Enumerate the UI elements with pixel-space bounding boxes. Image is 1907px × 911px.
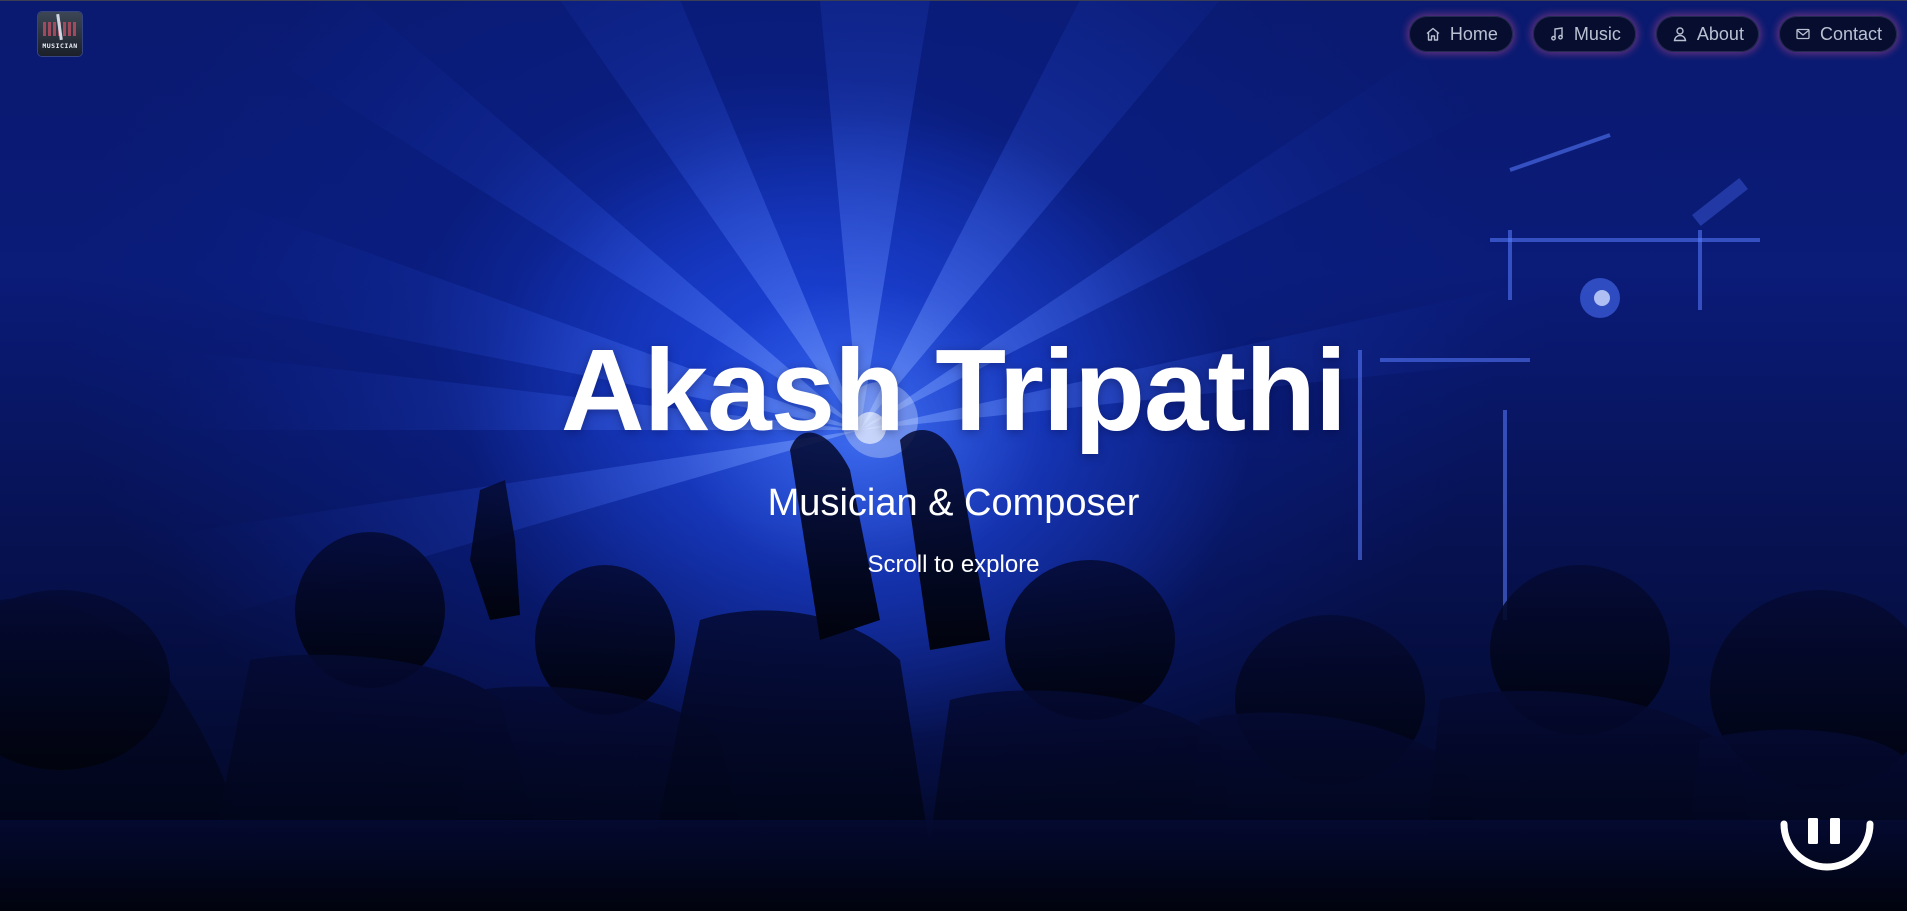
stage-lighting-rig: [1358, 133, 1760, 620]
top-border: [0, 0, 1907, 1]
hero-subtitle: Musician & Composer: [767, 482, 1140, 524]
music-note-icon: [1549, 26, 1565, 42]
pause-icon: [1780, 818, 1874, 871]
nav-about-label: About: [1696, 23, 1744, 44]
crowd-silhouette: [0, 430, 1907, 911]
light-rays-background: [0, 0, 1907, 680]
nav-music-button[interactable]: Music: [1532, 16, 1636, 52]
nav-contact-label: Contact: [1819, 23, 1882, 44]
main-navigation: Home Music About Contact: [1408, 16, 1897, 52]
hero-title: Akash Tripathi: [560, 325, 1347, 455]
site-logo[interactable]: MUSICIAN: [38, 12, 82, 56]
nav-contact-button[interactable]: Contact: [1778, 16, 1897, 52]
mail-icon: [1795, 26, 1811, 42]
logo-text: MUSICIAN: [42, 42, 78, 50]
nav-about-button[interactable]: About: [1655, 16, 1759, 52]
scroll-hint[interactable]: Scroll to explore: [0, 551, 1907, 579]
nav-home-button[interactable]: Home: [1408, 16, 1513, 52]
hero-section: MUSICIAN Home Music About Contact Akash …: [0, 0, 1907, 911]
nav-music-label: Music: [1573, 23, 1621, 44]
video-pause-button[interactable]: [1778, 806, 1876, 880]
home-icon: [1425, 26, 1441, 42]
user-icon: [1672, 26, 1688, 42]
nav-home-label: Home: [1449, 23, 1498, 44]
